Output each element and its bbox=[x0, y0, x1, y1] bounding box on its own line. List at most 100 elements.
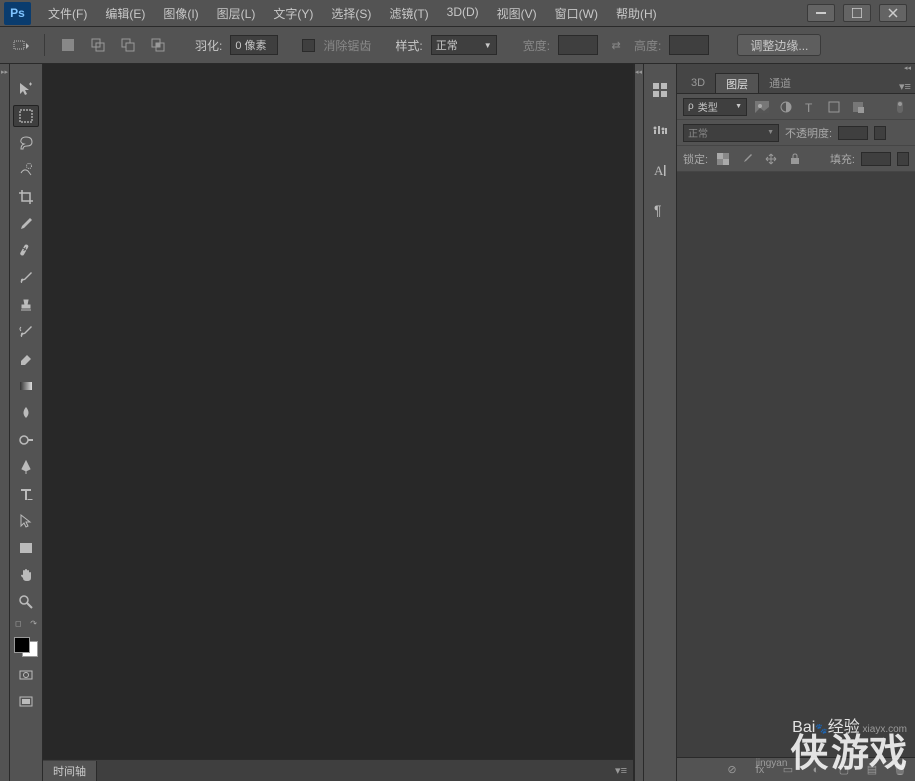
text-tool-icon[interactable] bbox=[13, 483, 39, 505]
healing-tool-icon[interactable] bbox=[13, 240, 39, 262]
new-layer-icon[interactable]: ▤ bbox=[863, 761, 881, 779]
opacity-label: 不透明度: bbox=[785, 125, 832, 141]
shape-tool-icon[interactable] bbox=[13, 537, 39, 559]
svg-text:T: T bbox=[805, 101, 813, 113]
crop-tool-icon[interactable] bbox=[13, 186, 39, 208]
style-select[interactable]: 正常▼ bbox=[431, 35, 497, 55]
layers-panel-tabs: 3D 图层 通道 ▾≡ bbox=[677, 72, 915, 94]
grid-panel-icon[interactable] bbox=[648, 78, 672, 102]
stamp-tool-icon[interactable] bbox=[13, 294, 39, 316]
menu-image[interactable]: 图像(I) bbox=[154, 0, 207, 27]
dodge-tool-icon[interactable] bbox=[13, 429, 39, 451]
filter-toggle-icon[interactable] bbox=[891, 98, 909, 116]
menu-3d[interactable]: 3D(D) bbox=[438, 0, 488, 27]
foreground-color[interactable] bbox=[14, 637, 30, 653]
menu-select[interactable]: 选择(S) bbox=[322, 0, 380, 27]
color-swatch[interactable] bbox=[12, 635, 40, 659]
opacity-dropdown-icon[interactable] bbox=[874, 126, 886, 140]
menu-filter[interactable]: 滤镜(T) bbox=[380, 0, 437, 27]
swap-dimensions-icon: ⇄ bbox=[606, 35, 626, 55]
color-swap-icon[interactable]: ◻↷ bbox=[12, 618, 40, 628]
lasso-tool-icon[interactable] bbox=[13, 132, 39, 154]
layer-mask-icon[interactable]: ▭ bbox=[779, 761, 797, 779]
fill-dropdown-icon[interactable] bbox=[897, 152, 909, 166]
filter-shape-icon[interactable] bbox=[825, 98, 843, 116]
delete-layer-icon[interactable]: 🗑 bbox=[891, 761, 909, 779]
svg-text:A: A bbox=[654, 163, 664, 178]
paragraph-panel-icon[interactable]: ¶ bbox=[648, 198, 672, 222]
link-layers-icon[interactable]: ⊘ bbox=[723, 761, 741, 779]
filter-smart-icon[interactable] bbox=[849, 98, 867, 116]
title-bar: Ps 文件(F) 编辑(E) 图像(I) 图层(L) 文字(Y) 选择(S) 滤… bbox=[0, 0, 915, 27]
canvas-area: 时间轴 ▾≡ bbox=[43, 64, 634, 781]
menu-type[interactable]: 文字(Y) bbox=[264, 0, 322, 27]
right-expand-gutter[interactable] bbox=[634, 64, 644, 781]
style-label: 样式: bbox=[395, 37, 422, 54]
left-expand-gutter[interactable] bbox=[0, 64, 10, 781]
layer-group-icon[interactable]: ▢ bbox=[835, 761, 853, 779]
screenmode-icon[interactable] bbox=[13, 691, 39, 713]
adjustment-layer-icon[interactable]: ◐ bbox=[807, 761, 825, 779]
filter-pixel-icon[interactable] bbox=[753, 98, 771, 116]
menu-file[interactable]: 文件(F) bbox=[39, 0, 96, 27]
lock-label: 锁定: bbox=[683, 151, 708, 167]
blend-mode-select[interactable]: 正常▼ bbox=[683, 124, 779, 142]
layer-style-icon[interactable]: fx bbox=[751, 761, 769, 779]
lock-transparent-icon[interactable] bbox=[714, 150, 732, 168]
zoom-tool-icon[interactable] bbox=[13, 591, 39, 613]
tab-channels[interactable]: 通道 bbox=[759, 73, 801, 93]
history-brush-tool-icon[interactable] bbox=[13, 321, 39, 343]
lock-paint-icon[interactable] bbox=[738, 150, 756, 168]
filter-text-icon[interactable]: T bbox=[801, 98, 819, 116]
refine-edge-button[interactable]: 调整边缘... bbox=[737, 34, 821, 56]
svg-text:¶: ¶ bbox=[654, 202, 662, 218]
character-panel-icon[interactable]: A bbox=[648, 158, 672, 182]
brush-tool-icon[interactable] bbox=[13, 267, 39, 289]
hand-tool-icon[interactable] bbox=[13, 564, 39, 586]
tab-layers[interactable]: 图层 bbox=[715, 73, 759, 93]
menu-help[interactable]: 帮助(H) bbox=[607, 0, 666, 27]
menu-view[interactable]: 视图(V) bbox=[488, 0, 546, 27]
quick-select-tool-icon[interactable] bbox=[13, 159, 39, 181]
filter-type-select[interactable]: ρ类型▼ bbox=[683, 98, 747, 116]
menu-layer[interactable]: 图层(L) bbox=[208, 0, 265, 27]
document-canvas[interactable] bbox=[43, 64, 633, 759]
marquee-tool-icon[interactable] bbox=[13, 105, 39, 127]
tool-preset-icon[interactable] bbox=[10, 34, 32, 56]
timeline-tab[interactable]: 时间轴 bbox=[43, 761, 97, 781]
lock-position-icon[interactable] bbox=[762, 150, 780, 168]
selection-new-icon[interactable] bbox=[57, 34, 79, 56]
toolbox: ◻↷ bbox=[10, 64, 43, 781]
panel-menu-icon[interactable]: ▾≡ bbox=[895, 80, 915, 93]
close-button[interactable] bbox=[879, 4, 907, 22]
fill-input[interactable] bbox=[861, 152, 891, 166]
opacity-input[interactable] bbox=[838, 126, 868, 140]
eyedropper-tool-icon[interactable] bbox=[13, 213, 39, 235]
menu-window[interactable]: 窗口(W) bbox=[546, 0, 607, 27]
adjustments-panel-icon[interactable] bbox=[648, 118, 672, 142]
antialias-label: 消除锯齿 bbox=[323, 37, 371, 54]
path-select-tool-icon[interactable] bbox=[13, 510, 39, 532]
layers-footer: ⊘ fx ▭ ◐ ▢ ▤ 🗑 bbox=[677, 757, 915, 781]
blend-opacity-row: 正常▼ 不透明度: bbox=[677, 120, 915, 146]
width-input bbox=[558, 35, 598, 55]
gradient-tool-icon[interactable] bbox=[13, 375, 39, 397]
antialias-checkbox[interactable] bbox=[302, 39, 315, 52]
menu-edit[interactable]: 编辑(E) bbox=[96, 0, 154, 27]
layers-list[interactable] bbox=[677, 172, 915, 757]
tab-3d[interactable]: 3D bbox=[681, 73, 715, 93]
maximize-button[interactable] bbox=[843, 4, 871, 22]
timeline-menu-icon[interactable]: ▾≡ bbox=[609, 764, 633, 777]
quickmask-icon[interactable] bbox=[13, 664, 39, 686]
selection-add-icon[interactable] bbox=[87, 34, 109, 56]
selection-intersect-icon[interactable] bbox=[147, 34, 169, 56]
lock-all-icon[interactable] bbox=[786, 150, 804, 168]
move-tool-icon[interactable] bbox=[13, 78, 39, 100]
blur-tool-icon[interactable] bbox=[13, 402, 39, 424]
filter-adjust-icon[interactable] bbox=[777, 98, 795, 116]
minimize-button[interactable] bbox=[807, 4, 835, 22]
pen-tool-icon[interactable] bbox=[13, 456, 39, 478]
eraser-tool-icon[interactable] bbox=[13, 348, 39, 370]
feather-input[interactable] bbox=[230, 35, 278, 55]
selection-subtract-icon[interactable] bbox=[117, 34, 139, 56]
